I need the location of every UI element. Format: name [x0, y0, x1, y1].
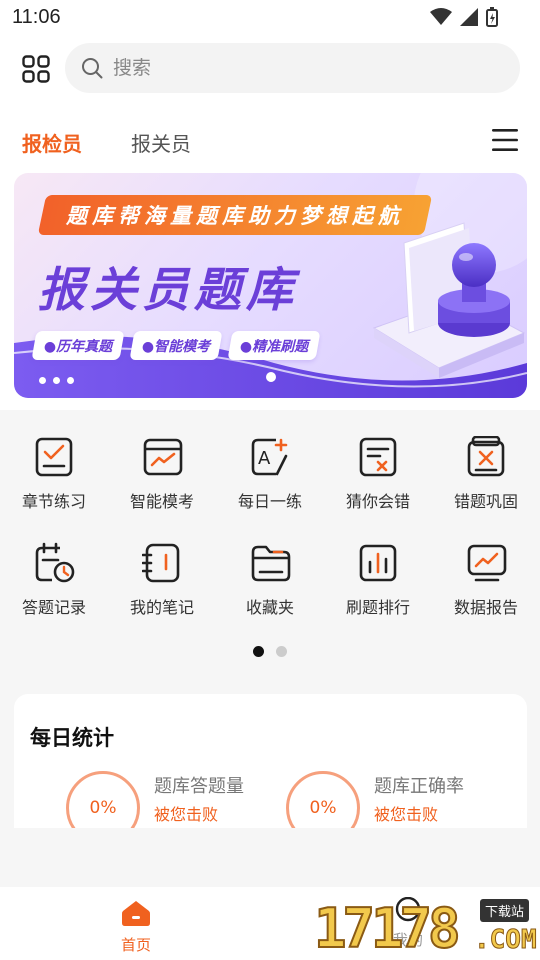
answer-volume-value: 0%: [89, 798, 117, 818]
feature-label: 错题巩固: [453, 492, 518, 511]
feature-daily-practice[interactable]: A 每日一练: [216, 430, 324, 518]
nav-home-label: 首页: [120, 936, 151, 954]
battery-icon: [486, 7, 498, 27]
svg-text:A: A: [258, 448, 271, 469]
status-icons: [430, 7, 498, 27]
favorites-folder-icon: [251, 545, 291, 582]
feature-notes[interactable]: 我的笔记: [108, 536, 216, 624]
banner-tagline: 题库帮海量题库助力梦想起航: [37, 195, 433, 235]
feature-smart-exam[interactable]: 智能模考: [108, 430, 216, 518]
banner-title: 报关员题库: [38, 263, 298, 318]
accuracy-sub: 被您击败: [374, 805, 439, 824]
status-bar: 11:06: [0, 0, 540, 36]
feature-page-indicator: [253, 646, 287, 657]
site-watermark: 17178 下载站 .COM: [313, 895, 540, 960]
guess-wrong-icon: [359, 437, 397, 477]
answer-volume-ring: 0%: [66, 771, 140, 828]
feature-label: 每日一练: [237, 492, 302, 511]
search-icon: [82, 58, 103, 79]
feature-label: 章节练习: [21, 492, 86, 511]
feature-favorites[interactable]: 收藏夹: [216, 536, 324, 624]
wrong-review-icon: [467, 436, 505, 477]
feature-guess-wrong[interactable]: 猜你会错: [324, 430, 432, 518]
chapter-practice-icon: [35, 437, 73, 477]
answer-volume-label: 题库答题量: [154, 776, 244, 797]
feature-label: 猜你会错: [345, 492, 410, 511]
accuracy-ring: 0%: [286, 771, 360, 828]
accuracy-label: 题库正确率: [374, 776, 464, 797]
signal-icon: [460, 8, 478, 26]
daily-stats-title: 每日统计: [30, 726, 114, 750]
grid-menu-icon[interactable]: [22, 55, 50, 83]
menu-icon[interactable]: [492, 128, 518, 152]
smart-exam-icon: [143, 438, 183, 476]
search-bar[interactable]: [65, 43, 520, 93]
feature-wrong-review[interactable]: 错题巩固: [432, 430, 540, 518]
feature-data-report[interactable]: 数据报告: [432, 536, 540, 624]
notes-icon: [142, 543, 180, 583]
wifi-icon: [430, 8, 452, 25]
feature-chapter-practice[interactable]: 章节练习: [0, 430, 108, 518]
banner-chip: ●历年真题: [31, 331, 125, 360]
banner-chip: ●智能模考: [129, 331, 223, 360]
data-report-icon: [467, 544, 507, 582]
feature-label: 我的笔记: [129, 598, 194, 617]
promo-banner[interactable]: 题库帮海量题库助力梦想起航 报关员题库 ●历年真题 ●智能模考 ●精准刷题: [14, 173, 527, 398]
search-input[interactable]: [113, 55, 493, 81]
watermark-suffix: .COM: [474, 925, 538, 956]
feature-ranking[interactable]: 刷题排行: [324, 536, 432, 624]
home-icon: [122, 901, 150, 926]
daily-stats-card: 每日统计 0% 题库答题量 被您击败 0% 题库正确率 被您击败: [14, 694, 527, 828]
banner-carousel-dots: [39, 377, 74, 384]
banner-chip: ●精准刷题: [227, 331, 322, 360]
feature-label: 数据报告: [453, 598, 518, 617]
answer-volume-sub: 被您击败: [154, 805, 219, 824]
status-time: 11:06: [12, 6, 61, 28]
tab-customs-broker[interactable]: 报关员: [131, 128, 191, 157]
feature-label: 答题记录: [21, 598, 86, 617]
nav-home[interactable]: 首页: [108, 899, 164, 955]
feature-label: 收藏夹: [245, 598, 294, 617]
watermark-number: 17178: [313, 896, 462, 960]
feature-answer-record[interactable]: 答题记录: [0, 536, 108, 624]
watermark-badge: 下载站: [480, 899, 530, 922]
accuracy-value: 0%: [309, 798, 337, 818]
ranking-icon: [359, 544, 397, 582]
tab-inspector[interactable]: 报检员: [22, 128, 82, 157]
banner-chips: ●历年真题 ●智能模考 ●精准刷题: [31, 331, 322, 360]
feature-label: 智能模考: [129, 492, 194, 511]
daily-practice-icon: A: [251, 438, 288, 476]
feature-label: 刷题排行: [345, 598, 410, 617]
answer-record-icon: [35, 542, 75, 583]
